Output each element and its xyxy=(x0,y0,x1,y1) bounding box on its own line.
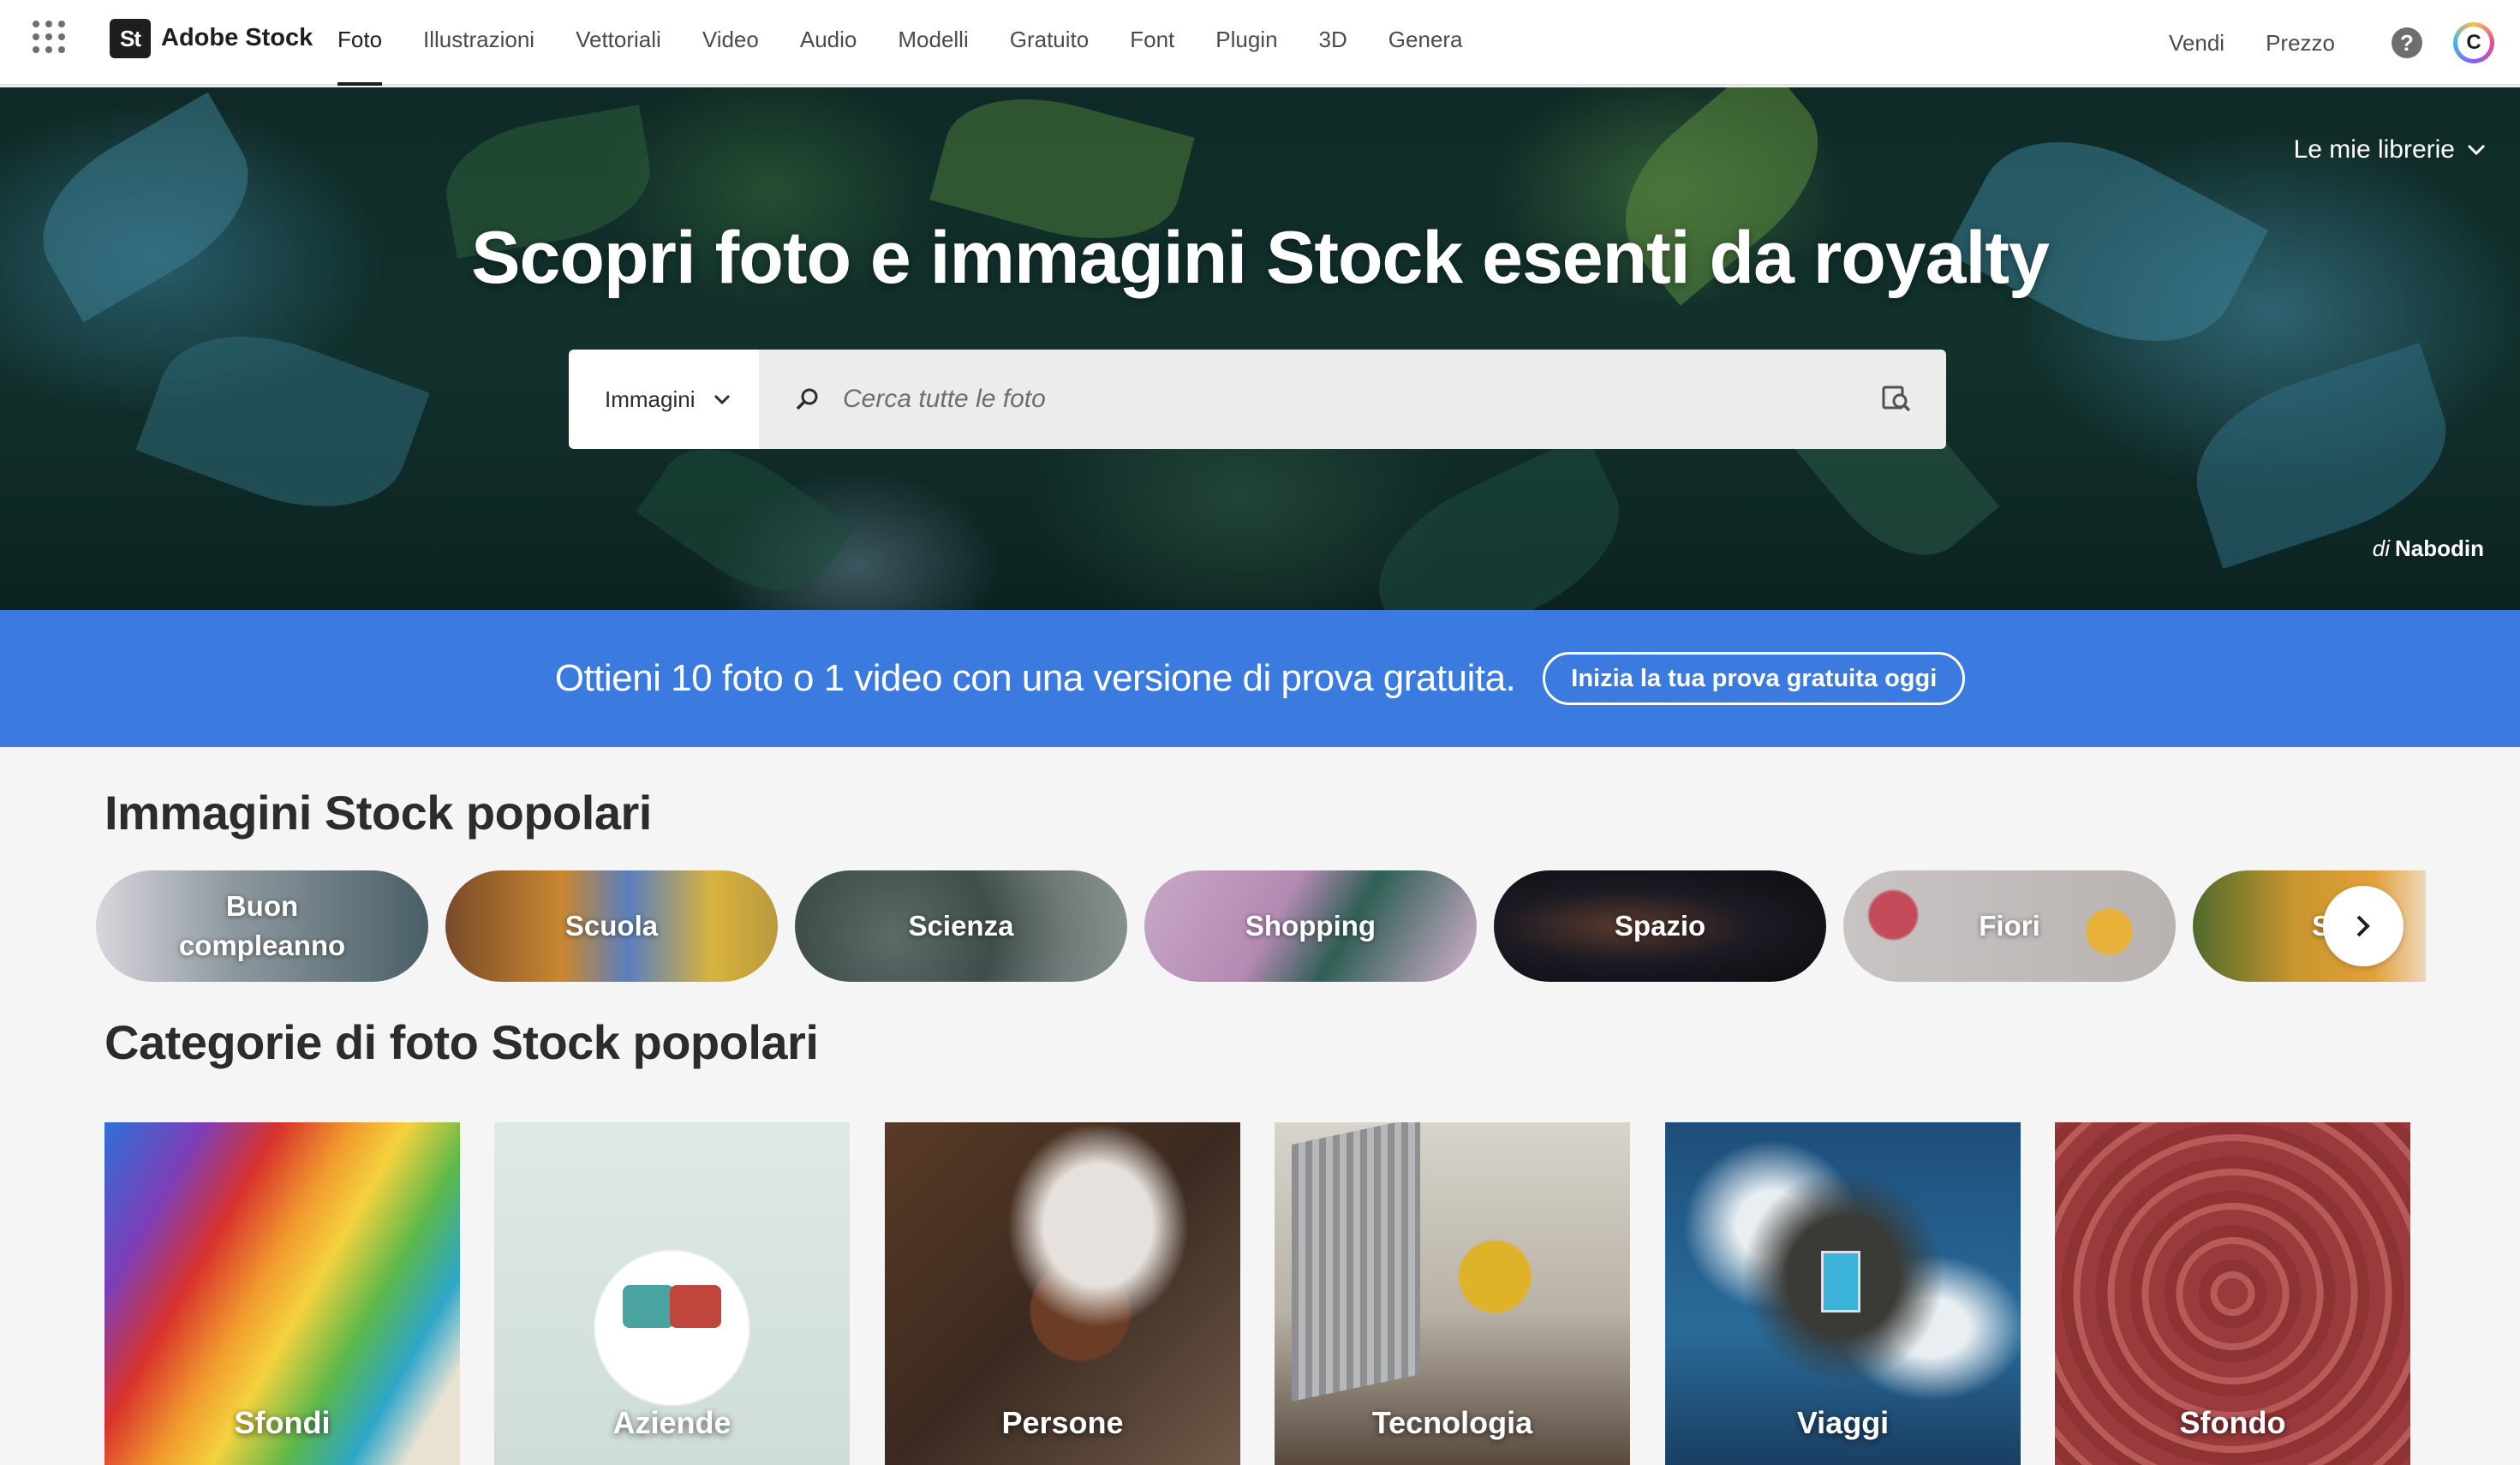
search-field xyxy=(759,350,1946,449)
category-card-aziende[interactable]: Aziende xyxy=(494,1122,850,1465)
chevron-right-icon xyxy=(2356,915,2370,937)
primary-nav: Foto Illustrazioni Vettoriali Video Audi… xyxy=(317,0,1484,86)
avatar-initial: C xyxy=(2457,27,2490,59)
pricing-link[interactable]: Prezzo xyxy=(2245,30,2356,57)
carousel-next-button[interactable] xyxy=(2323,886,2404,966)
nav-tab-vettoriali[interactable]: Vettoriali xyxy=(555,0,682,86)
hero-title: Scopri foto e immagini Stock esenti da r… xyxy=(471,217,2050,299)
leaf-decoration xyxy=(135,305,430,538)
search-type-dropdown[interactable]: Immagini xyxy=(569,350,759,449)
my-libraries-dropdown[interactable]: Le mie librerie xyxy=(2294,135,2486,164)
category-label: Viaggi xyxy=(1796,1405,1890,1440)
top-navigation: St Adobe Stock Foto Illustrazioni Vettor… xyxy=(0,0,2520,86)
hero-banner: Le mie librerie Scopri foto e immagini S… xyxy=(0,87,2520,610)
category-label: Sfondo xyxy=(2179,1405,2286,1440)
category-label: Sfondi xyxy=(234,1405,331,1440)
nav-right-group: Vendi Prezzo ? C xyxy=(2148,0,2520,86)
avatar[interactable]: C xyxy=(2453,22,2494,63)
start-free-trial-button[interactable]: Inizia la tua prova gratuita oggi xyxy=(1543,652,1966,705)
chevron-down-icon xyxy=(2467,144,2486,156)
puzzle-piece-shape xyxy=(623,1285,674,1328)
trial-promo-banner: Ottieni 10 foto o 1 video con una versio… xyxy=(0,610,2520,747)
chevron-down-icon xyxy=(714,394,731,404)
sell-link[interactable]: Vendi xyxy=(2148,30,2245,57)
popular-images-title: Immagini Stock popolari xyxy=(105,786,652,840)
leaf-decoration xyxy=(1353,434,1645,610)
popular-categories-title: Categorie di foto Stock popolari xyxy=(105,1015,819,1069)
pill-label: Spazio xyxy=(1614,910,1706,942)
solar-panel-shape xyxy=(1292,1122,1420,1402)
nav-tab-modelli[interactable]: Modelli xyxy=(877,0,988,86)
category-label: Aziende xyxy=(612,1405,732,1440)
search-icon xyxy=(796,388,818,410)
category-card-tecnologia[interactable]: Tecnologia xyxy=(1275,1122,1630,1465)
pill-label: Scuola xyxy=(564,910,659,942)
pill-shopping[interactable]: Shopping xyxy=(1144,870,1477,982)
nav-tab-font[interactable]: Font xyxy=(1109,0,1195,86)
my-libraries-label: Le mie librerie xyxy=(2293,135,2455,164)
visual-search-icon[interactable] xyxy=(1881,384,1912,413)
nav-tab-plugin[interactable]: Plugin xyxy=(1195,0,1298,86)
nav-tab-video[interactable]: Video xyxy=(682,0,779,86)
credit-author: Nabodin xyxy=(2395,535,2484,561)
category-card-sfondi[interactable]: Sfondi xyxy=(105,1122,460,1465)
category-card-persone[interactable]: Persone xyxy=(885,1122,1240,1465)
credit-prefix: di xyxy=(2372,535,2390,561)
pill-buon-compleanno[interactable]: Buon compleanno xyxy=(96,870,428,982)
pool-shape xyxy=(1821,1251,1860,1313)
pill-scuola[interactable]: Scuola xyxy=(445,870,778,982)
adobe-stock-logo-icon[interactable]: St xyxy=(110,19,151,58)
search-bar: Immagini xyxy=(569,350,1946,449)
nav-tab-3d[interactable]: 3D xyxy=(1299,0,1368,86)
categories-grid: Sfondi Aziende Persone Tecnologia Viaggi… xyxy=(105,1122,2412,1465)
category-card-sfondo[interactable]: Sfondo xyxy=(2055,1122,2410,1465)
pill-label: Shopping xyxy=(1245,910,1376,942)
apps-grid-icon[interactable] xyxy=(33,21,65,53)
nav-tab-foto[interactable]: Foto xyxy=(317,0,403,86)
popular-searches-carousel: Buon compleanno Scuola Scienza Shopping … xyxy=(96,870,2426,984)
category-label: Persone xyxy=(1001,1405,1124,1440)
help-icon[interactable]: ? xyxy=(2392,27,2422,58)
pill-fiori[interactable]: Fiori xyxy=(1843,870,2176,982)
pill-label: Scienza xyxy=(908,910,1014,942)
pill-spazio[interactable]: Spazio xyxy=(1494,870,1826,982)
pill-label: Fiori xyxy=(1979,910,2040,942)
pill-scienza[interactable]: Scienza xyxy=(795,870,1127,982)
search-input[interactable] xyxy=(843,385,1785,414)
nav-tab-genera[interactable]: Genera xyxy=(1368,0,1484,86)
nav-tab-illustrazioni[interactable]: Illustrazioni xyxy=(403,0,555,86)
pill-label: Buon compleanno xyxy=(178,890,346,961)
puzzle-piece-shape xyxy=(670,1285,721,1328)
promo-text: Ottieni 10 foto o 1 video con una versio… xyxy=(554,657,1516,699)
category-card-viaggi[interactable]: Viaggi xyxy=(1665,1122,2021,1465)
brand-name[interactable]: Adobe Stock xyxy=(161,21,313,55)
search-type-label: Immagini xyxy=(605,386,696,412)
category-label: Tecnologia xyxy=(1371,1405,1533,1440)
nav-tab-audio[interactable]: Audio xyxy=(779,0,878,86)
image-credit[interactable]: di Nabodin xyxy=(2373,535,2484,562)
nav-tab-gratuito[interactable]: Gratuito xyxy=(989,0,1110,86)
